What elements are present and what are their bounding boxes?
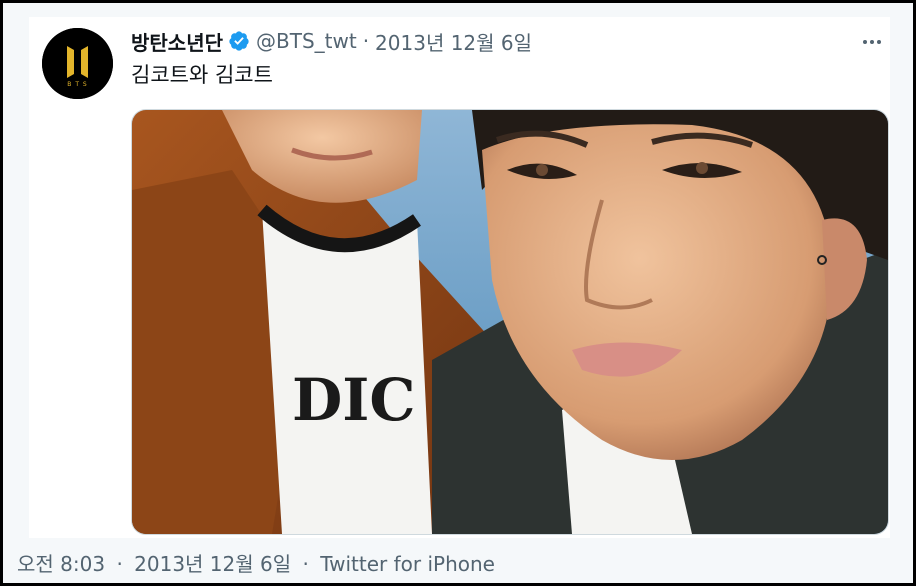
header-separator: · — [362, 29, 370, 53]
user-handle[interactable]: @BTS_twt — [256, 29, 357, 53]
more-options-icon[interactable] — [857, 30, 887, 54]
dot — [870, 40, 874, 44]
verified-badge-icon — [228, 30, 250, 52]
tweet-source-link[interactable]: Twitter for iPhone — [320, 552, 495, 576]
footer-separator: · — [302, 552, 309, 576]
tweet-photo[interactable]: DIC — [131, 109, 889, 535]
tweet-time[interactable]: 오전 8:03 — [17, 552, 105, 576]
tweet-card[interactable]: B T S 방탄소년단 @BTS_twt · 2013년 12월 6일 김코트와… — [29, 17, 890, 538]
footer-date[interactable]: 2013년 12월 6일 — [134, 552, 291, 576]
display-name[interactable]: 방탄소년단 — [131, 27, 223, 56]
svg-text:DIC: DIC — [292, 366, 416, 434]
selfie-photo-illustration: DIC — [132, 110, 888, 534]
dot — [863, 40, 867, 44]
tweet-date[interactable]: 2013년 12월 6일 — [375, 27, 532, 56]
bts-logo-icon: B T S — [42, 28, 113, 99]
svg-text:B T S: B T S — [67, 81, 87, 88]
tweet-header: 방탄소년단 @BTS_twt · 2013년 12월 6일 — [131, 25, 532, 57]
footer-separator: · — [116, 552, 123, 576]
window-frame: B T S 방탄소년단 @BTS_twt · 2013년 12월 6일 김코트와… — [3, 3, 913, 583]
profile-avatar[interactable]: B T S — [42, 28, 113, 99]
tweet-footer: 오전 8:03 · 2013년 12월 6일 · Twitter for iPh… — [17, 548, 495, 577]
dot — [877, 40, 881, 44]
tweet-text: 김코트와 김코트 — [131, 63, 273, 87]
